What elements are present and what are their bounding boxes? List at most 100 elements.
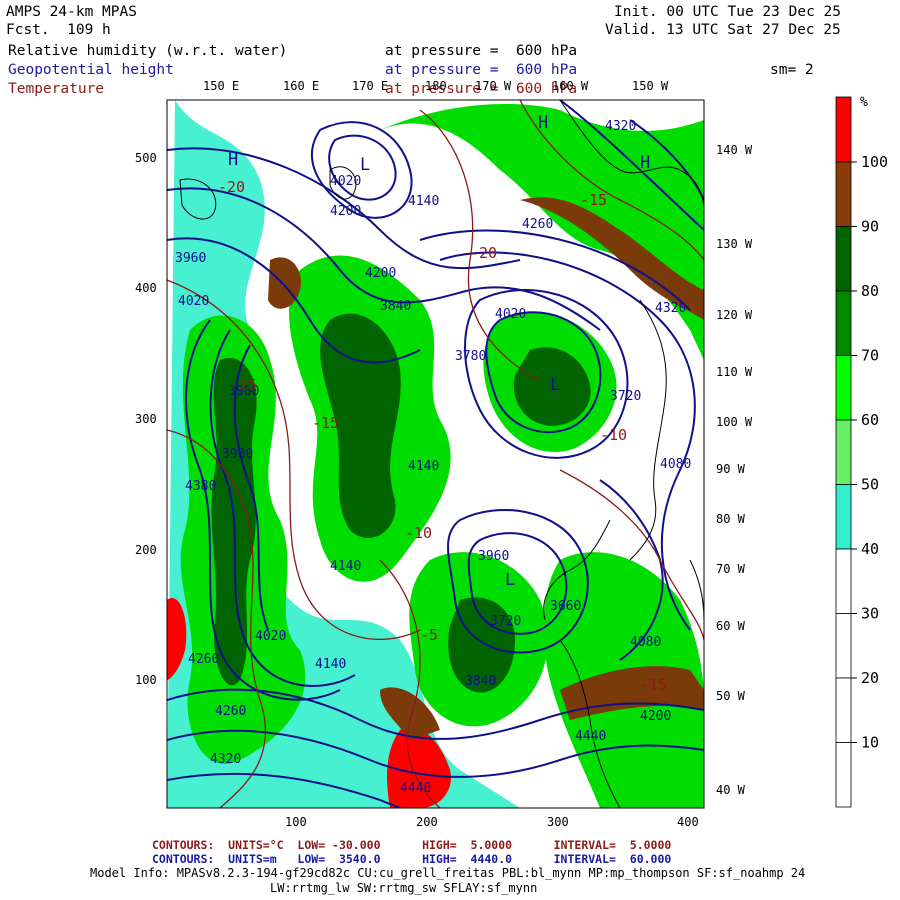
height-label: 3960 bbox=[175, 251, 206, 266]
height-label: 4320 bbox=[655, 301, 686, 316]
colorbar: % 100 90 80 70 60 50 40 30 20 10 bbox=[835, 95, 888, 808]
temp-contour-label: CONTOURS: bbox=[152, 838, 215, 852]
colorbar-tick-label: 70 bbox=[861, 347, 879, 365]
axis-tick-label: 200 bbox=[416, 815, 438, 829]
colorbar-tick-label: 10 bbox=[861, 734, 879, 752]
colorbar-ticks: 100 90 80 70 60 50 40 30 20 10 bbox=[851, 153, 888, 752]
height-label: 4200 bbox=[330, 204, 361, 219]
longitude-label: 60 W bbox=[716, 619, 746, 633]
temp-contour-interval: INTERVAL= 5.0000 bbox=[553, 838, 672, 852]
height-label: 4080 bbox=[630, 635, 661, 650]
longitude-label: 50 W bbox=[716, 689, 746, 703]
height-label: 4020 bbox=[255, 629, 286, 644]
height-label: 3780 bbox=[455, 349, 486, 364]
colorbar-block bbox=[835, 226, 852, 292]
height-label: 4140 bbox=[315, 657, 346, 672]
longitude-label: 160 E bbox=[283, 79, 319, 93]
height-contour-info: CONTOURS: UNITS=m LOW= 3540.0 HIGH= 4440… bbox=[152, 852, 671, 866]
longitude-label: 90 W bbox=[716, 462, 746, 476]
right-longitude-labels: 140 W 130 W 120 W 110 W 100 W 90 W 80 W … bbox=[716, 143, 753, 797]
height-label: 4440 bbox=[400, 781, 431, 796]
colorbar-block bbox=[835, 484, 852, 550]
height-label: 4260 bbox=[188, 652, 219, 667]
axis-tick-label: 300 bbox=[547, 815, 569, 829]
colorbar-block bbox=[835, 290, 852, 356]
colorbar-tick-label: 100 bbox=[861, 153, 888, 171]
temperature-label: -10 bbox=[405, 524, 432, 542]
temperature-label: -25 bbox=[230, 376, 257, 394]
height-label: 4380 bbox=[185, 479, 216, 494]
temperature-label: -15 bbox=[580, 191, 607, 209]
temperature-label: -20 bbox=[470, 244, 497, 262]
height-label: 4020 bbox=[330, 174, 361, 189]
longitude-label: 130 W bbox=[716, 237, 753, 251]
longitude-label: 160 W bbox=[552, 79, 589, 93]
temperature-label: -10 bbox=[600, 426, 627, 444]
height-contour-high: HIGH= 4440.0 bbox=[422, 852, 513, 866]
colorbar-tick-label: 30 bbox=[861, 605, 879, 623]
height-label: 4080 bbox=[660, 457, 691, 472]
bottom-axis: 100 200 300 400 bbox=[285, 815, 699, 829]
colorbar-blocks bbox=[835, 96, 852, 808]
height-label: 4260 bbox=[522, 217, 553, 232]
colorbar-block bbox=[835, 742, 852, 808]
height-label: 4140 bbox=[408, 459, 439, 474]
axis-tick-label: 500 bbox=[135, 151, 157, 165]
height-label: 3660 bbox=[550, 599, 581, 614]
low-marker: L bbox=[550, 375, 560, 395]
temperature-label: -20 bbox=[218, 178, 245, 196]
axis-tick-label: 100 bbox=[135, 673, 157, 687]
colorbar-unit: % bbox=[860, 95, 868, 110]
map-panel: H L H L H L 4020 4200 4140 3960 3960 402… bbox=[167, 100, 704, 808]
height-label: 4140 bbox=[330, 559, 361, 574]
longitude-label: 120 W bbox=[716, 308, 753, 322]
axis-tick-label: 400 bbox=[135, 281, 157, 295]
colorbar-block bbox=[835, 96, 852, 163]
height-label: 3960 bbox=[478, 549, 509, 564]
colorbar-block bbox=[835, 419, 852, 485]
colorbar-tick-label: 40 bbox=[861, 540, 879, 558]
temperature-label: -5 bbox=[420, 626, 438, 644]
colorbar-tick-label: 50 bbox=[861, 476, 879, 494]
colorbar-block bbox=[835, 613, 852, 679]
map-figure: H L H L H L 4020 4200 4140 3960 3960 402… bbox=[135, 79, 888, 829]
longitude-label: 150 W bbox=[632, 79, 669, 93]
height-label: 3840 bbox=[380, 299, 411, 314]
height-label: 4260 bbox=[215, 704, 246, 719]
height-label: 4140 bbox=[408, 194, 439, 209]
height-contour-units: UNITS=m bbox=[228, 852, 277, 866]
colorbar-block bbox=[835, 161, 852, 227]
longitude-label: 170 E bbox=[352, 79, 388, 93]
model-info-line2: LW:rrtmg_lw SW:rrtmg_sw SFLAY:sf_mynn bbox=[270, 881, 538, 895]
longitude-label: 100 W bbox=[716, 415, 753, 429]
height-label: 3900 bbox=[222, 447, 253, 462]
height-label: 4320 bbox=[605, 119, 636, 134]
height-label: 4020 bbox=[495, 307, 526, 322]
model-info-line1: Model Info: MPASv8.2.3-194-gf29cd82c CU:… bbox=[90, 866, 806, 880]
colorbar-block bbox=[835, 355, 852, 421]
longitude-label: 140 W bbox=[716, 143, 753, 157]
left-axis: 500 400 300 200 100 bbox=[135, 151, 157, 687]
height-contour-interval: INTERVAL= 60.000 bbox=[553, 852, 672, 866]
axis-tick-label: 100 bbox=[285, 815, 307, 829]
longitude-label: 110 W bbox=[716, 365, 753, 379]
temp-contour-low: LOW= -30.000 bbox=[297, 838, 381, 852]
high-marker: H bbox=[228, 150, 238, 170]
temperature-label: -15 bbox=[640, 676, 667, 694]
height-contour-label: CONTOURS: bbox=[152, 852, 215, 866]
colorbar-tick-label: 90 bbox=[861, 218, 879, 236]
longitude-label: 180 bbox=[425, 79, 447, 93]
axis-tick-label: 300 bbox=[135, 412, 157, 426]
high-marker: H bbox=[640, 153, 650, 173]
axis-tick-label: 400 bbox=[677, 815, 699, 829]
temp-contour-info: CONTOURS: UNITS=°C LOW= -30.000 HIGH= 5.… bbox=[152, 838, 671, 852]
height-label: 4020 bbox=[178, 294, 209, 309]
longitude-label: 70 W bbox=[716, 562, 746, 576]
colorbar-block bbox=[835, 548, 852, 614]
height-label: 3720 bbox=[490, 614, 521, 629]
low-marker: L bbox=[505, 570, 515, 590]
low-marker: L bbox=[360, 155, 370, 175]
longitude-label: 150 E bbox=[203, 79, 239, 93]
temp-contour-units: UNITS=°C bbox=[228, 838, 284, 852]
height-label: 4320 bbox=[210, 752, 241, 767]
